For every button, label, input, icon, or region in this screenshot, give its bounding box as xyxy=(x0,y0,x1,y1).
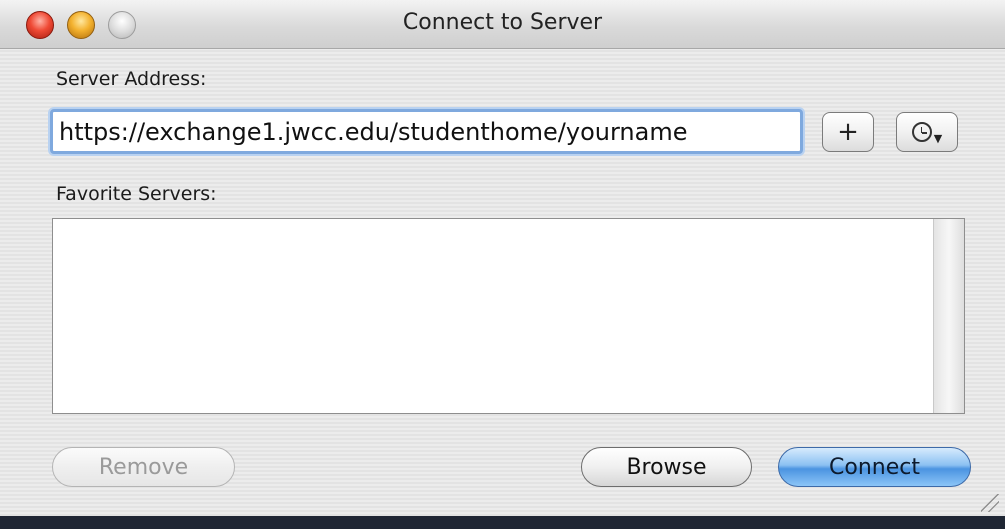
clock-icon xyxy=(911,122,932,142)
server-address-input[interactable] xyxy=(53,112,800,151)
add-favorite-button[interactable]: + xyxy=(822,112,874,152)
browse-button[interactable]: Browse xyxy=(581,447,752,487)
resize-grip-icon[interactable] xyxy=(981,494,999,512)
recent-servers-button[interactable]: ▼ xyxy=(896,112,958,152)
server-address-label: Server Address: xyxy=(56,68,207,90)
favorite-servers-label: Favorite Servers: xyxy=(56,183,217,205)
remove-button: Remove xyxy=(52,447,235,487)
title-bar[interactable]: Connect to Server xyxy=(0,0,1005,49)
connect-to-server-window: Connect to Server Server Address: + ▼ Fa… xyxy=(0,0,1005,516)
connect-button[interactable]: Connect xyxy=(778,447,971,487)
server-address-field[interactable] xyxy=(50,109,803,154)
desktop-background xyxy=(0,516,1005,529)
chevron-down-icon: ▼ xyxy=(933,131,943,145)
scrollbar[interactable] xyxy=(933,219,964,413)
plus-icon: + xyxy=(837,117,859,147)
window-title: Connect to Server xyxy=(402,10,603,35)
favorite-servers-list[interactable] xyxy=(52,218,965,414)
